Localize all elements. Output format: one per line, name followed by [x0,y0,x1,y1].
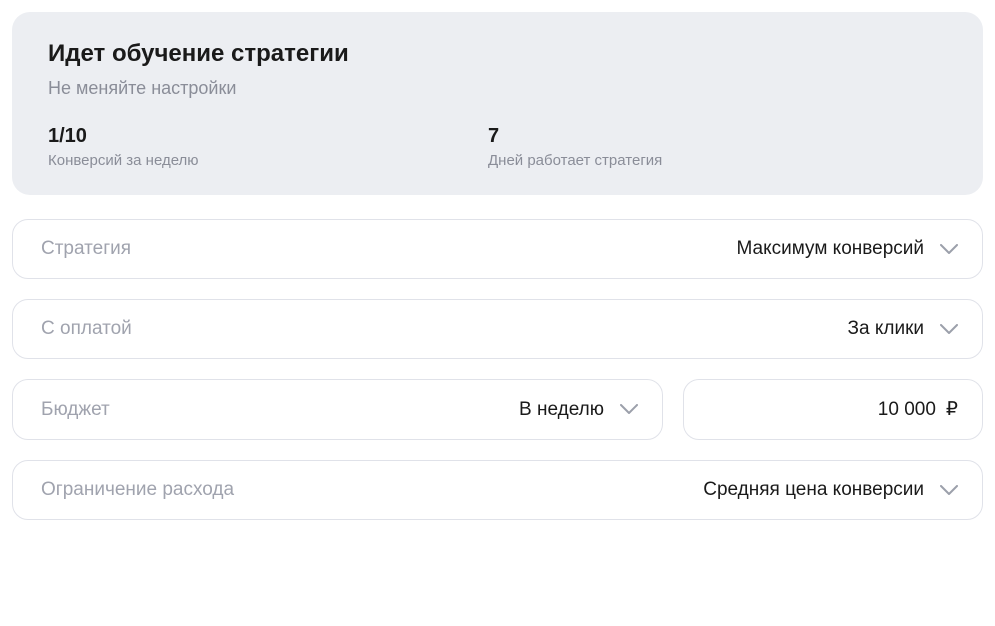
stats-row: 1/10 Конверсий за неделю 7 Дней работает… [48,125,947,169]
field-value: В неделю [519,399,604,421]
field-label: С оплатой [41,318,132,340]
chevron-down-icon [940,324,958,335]
stat-days: 7 Дней работает стратегия [488,125,662,169]
currency-symbol: ₽ [946,398,958,421]
field-label: Стратегия [41,238,131,260]
stat-label: Конверсий за неделю [48,152,488,169]
budget-amount-input[interactable]: 10 000 ₽ [683,379,983,440]
stat-value: 7 [488,125,662,148]
field-label: Ограничение расхода [41,479,234,501]
chevron-down-icon [620,404,638,415]
field-value-wrap: Максимум конверсий [737,238,958,260]
chevron-down-icon [940,244,958,255]
budget-row: Бюджет В неделю 10 000 ₽ [12,379,983,440]
amount-value: 10 000 [878,399,936,421]
stat-value: 1/10 [48,125,488,148]
field-value: Максимум конверсий [737,238,924,260]
strategy-select[interactable]: Стратегия Максимум конверсий [12,219,983,279]
field-value-wrap: В неделю [519,399,638,421]
stat-conversions: 1/10 Конверсий за неделю [48,125,488,169]
budget-period-select[interactable]: Бюджет В неделю [12,379,663,440]
spend-limit-select[interactable]: Ограничение расхода Средняя цена конверс… [12,460,983,520]
field-value-wrap: За клики [848,318,958,340]
field-value: За клики [848,318,924,340]
chevron-down-icon [940,485,958,496]
training-info-panel: Идет обучение стратегии Не меняйте настр… [12,12,983,195]
panel-subtitle: Не меняйте настройки [48,78,947,99]
field-value: Средняя цена конверсии [703,479,924,501]
field-value-wrap: Средняя цена конверсии [703,479,958,501]
field-label: Бюджет [41,399,110,421]
panel-title: Идет обучение стратегии [48,40,947,68]
stat-label: Дней работает стратегия [488,152,662,169]
payment-select[interactable]: С оплатой За клики [12,299,983,359]
